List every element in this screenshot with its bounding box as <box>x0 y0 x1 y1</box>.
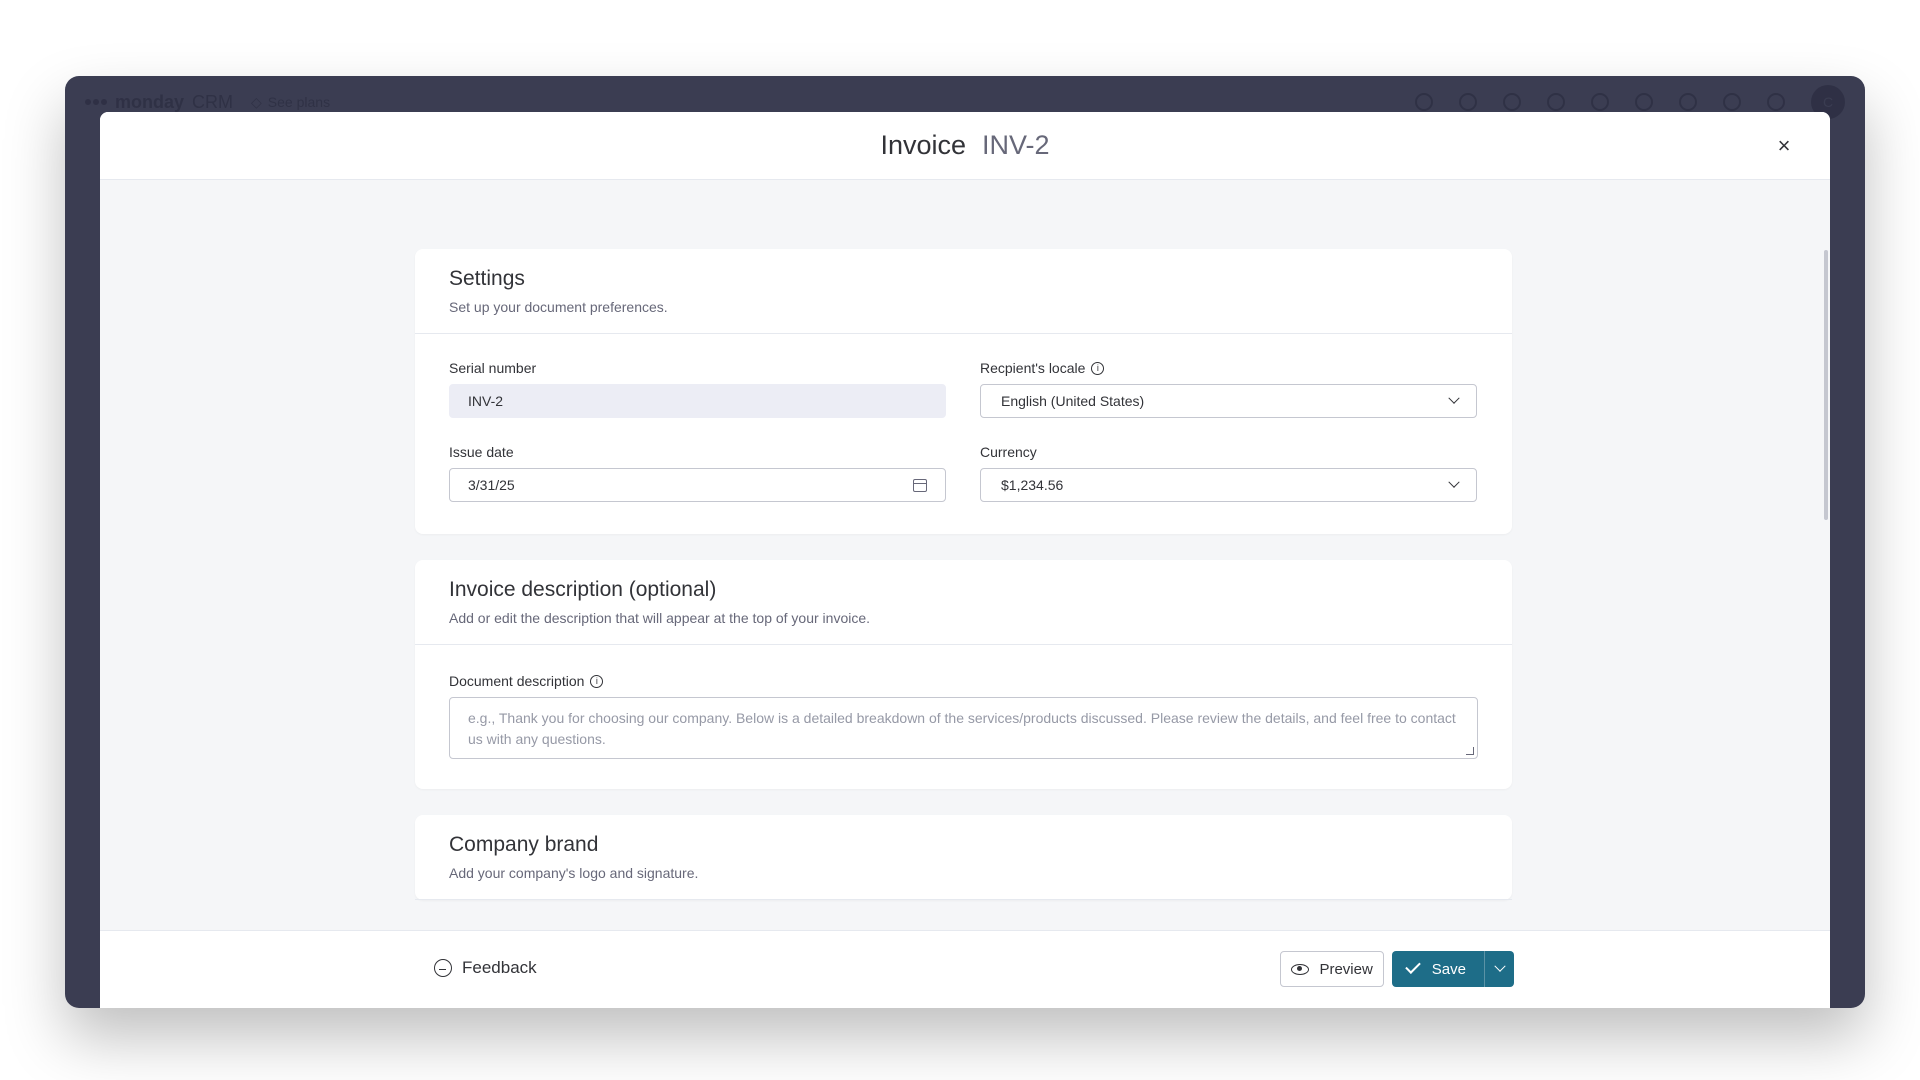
save-button-group: Save <box>1391 951 1514 987</box>
preview-label: Preview <box>1319 960 1373 978</box>
save-button[interactable]: Save <box>1391 951 1484 987</box>
brand-title: Company brand <box>449 833 599 856</box>
info-icon[interactable]: i <box>590 674 604 688</box>
chevron-down-icon <box>1448 476 1460 488</box>
serial-number-input: INV-2 <box>449 384 946 418</box>
save-dropdown-button[interactable] <box>1484 951 1514 987</box>
check-icon <box>1405 958 1421 974</box>
close-icon: × <box>1777 133 1791 158</box>
issue-date-label: Issue date <box>449 444 514 460</box>
description-card: Invoice description (optional) Add or ed… <box>415 560 1512 789</box>
settings-title: Settings <box>449 267 525 290</box>
see-plans-label: See plans <box>267 94 331 110</box>
chevron-down-icon <box>1448 392 1460 404</box>
description-body: Document description i e.g., Thank you f… <box>415 645 1512 789</box>
brand-header: Company brand Add your company's logo an… <box>415 815 1512 900</box>
modal-content: Settings Set up your document preference… <box>415 249 1512 926</box>
logo-suffix: CRM <box>192 91 234 112</box>
currency-select[interactable]: $1,234.56 <box>980 468 1477 502</box>
settings-body: Serial number INV-2 Recpient's locale i … <box>415 334 1512 534</box>
save-label: Save <box>1431 960 1466 978</box>
brand-card: Company brand Add your company's logo an… <box>415 815 1512 900</box>
modal-title: Invoice INV-2 <box>880 130 1049 161</box>
app-logo[interactable]: monday CRM <box>85 92 233 113</box>
doc-description-textarea[interactable]: e.g., Thank you for choosing our company… <box>449 697 1478 759</box>
modal-title-text: Invoice <box>880 130 967 160</box>
feedback-button[interactable]: Feedback <box>434 958 537 978</box>
issue-date-value: 3/31/25 <box>468 477 515 493</box>
issue-date-input[interactable]: 3/31/25 <box>449 468 946 502</box>
doc-description-label: Document description <box>449 673 585 689</box>
logo-icon <box>85 95 107 109</box>
logo-text: monday <box>115 91 185 112</box>
grid-icon[interactable] <box>1767 93 1785 111</box>
search-icon[interactable] <box>1679 93 1697 111</box>
scrollbar-thumb[interactable] <box>1824 250 1828 520</box>
help-icon[interactable] <box>1723 93 1741 111</box>
description-header: Invoice description (optional) Add or ed… <box>415 560 1512 645</box>
person-add-icon[interactable] <box>1503 93 1521 111</box>
preview-button[interactable]: Preview <box>1280 951 1384 987</box>
settings-subtitle: Set up your document preferences. <box>449 299 668 315</box>
currency-label: Currency <box>980 444 1037 460</box>
settings-header: Settings Set up your document preference… <box>415 249 1512 334</box>
modal-invoice-number: INV-2 <box>982 130 1050 160</box>
diamond-icon: ◇ <box>251 93 262 110</box>
footer-actions: Preview Save <box>1280 951 1514 987</box>
info-icon[interactable]: i <box>1091 361 1105 375</box>
locale-select[interactable]: English (United States) <box>980 384 1477 418</box>
serial-number-label: Serial number <box>449 360 537 376</box>
locale-value: English (United States) <box>1001 393 1145 409</box>
bell-icon[interactable] <box>1415 93 1433 111</box>
locale-label-row: Recpient's locale i <box>980 360 1477 376</box>
description-title: Invoice description (optional) <box>449 578 717 601</box>
serial-number-field: Serial number INV-2 <box>449 360 946 418</box>
puzzle-icon[interactable] <box>1547 93 1565 111</box>
apps-icon[interactable] <box>1591 93 1609 111</box>
inbox-icon[interactable] <box>1459 93 1477 111</box>
chevron-down-icon <box>1493 960 1506 972</box>
feedback-label: Feedback <box>462 958 537 977</box>
locale-field: Recpient's locale i English (United Stat… <box>980 360 1477 418</box>
gear-icon[interactable] <box>1635 93 1653 111</box>
issue-date-field: Issue date 3/31/25 <box>449 444 946 502</box>
modal-header: Invoice INV-2 × <box>100 112 1830 180</box>
scrollbar[interactable] <box>1822 180 1830 940</box>
see-plans-link[interactable]: ◇ See plans <box>251 94 330 111</box>
eye-icon <box>1291 963 1310 975</box>
currency-field: Currency $1,234.56 <box>980 444 1477 502</box>
invoice-modal: Invoice INV-2 × Settings Set up your doc… <box>100 112 1830 1008</box>
settings-card: Settings Set up your document preference… <box>415 249 1512 534</box>
serial-number-value: INV-2 <box>468 393 504 409</box>
close-button[interactable]: × <box>1770 132 1798 160</box>
brand-subtitle: Add your company's logo and signature. <box>449 865 699 881</box>
doc-description-placeholder: e.g., Thank you for choosing our company… <box>468 710 1456 747</box>
feedback-icon <box>434 959 452 977</box>
description-subtitle: Add or edit the description that will ap… <box>449 610 871 626</box>
currency-value: $1,234.56 <box>1001 477 1064 493</box>
locale-label: Recpient's locale <box>980 360 1086 376</box>
calendar-icon[interactable] <box>913 478 927 492</box>
resize-handle[interactable] <box>1466 747 1474 755</box>
doc-description-label-row: Document description i <box>449 673 1478 689</box>
modal-footer: Feedback Preview Save <box>100 930 1830 1008</box>
